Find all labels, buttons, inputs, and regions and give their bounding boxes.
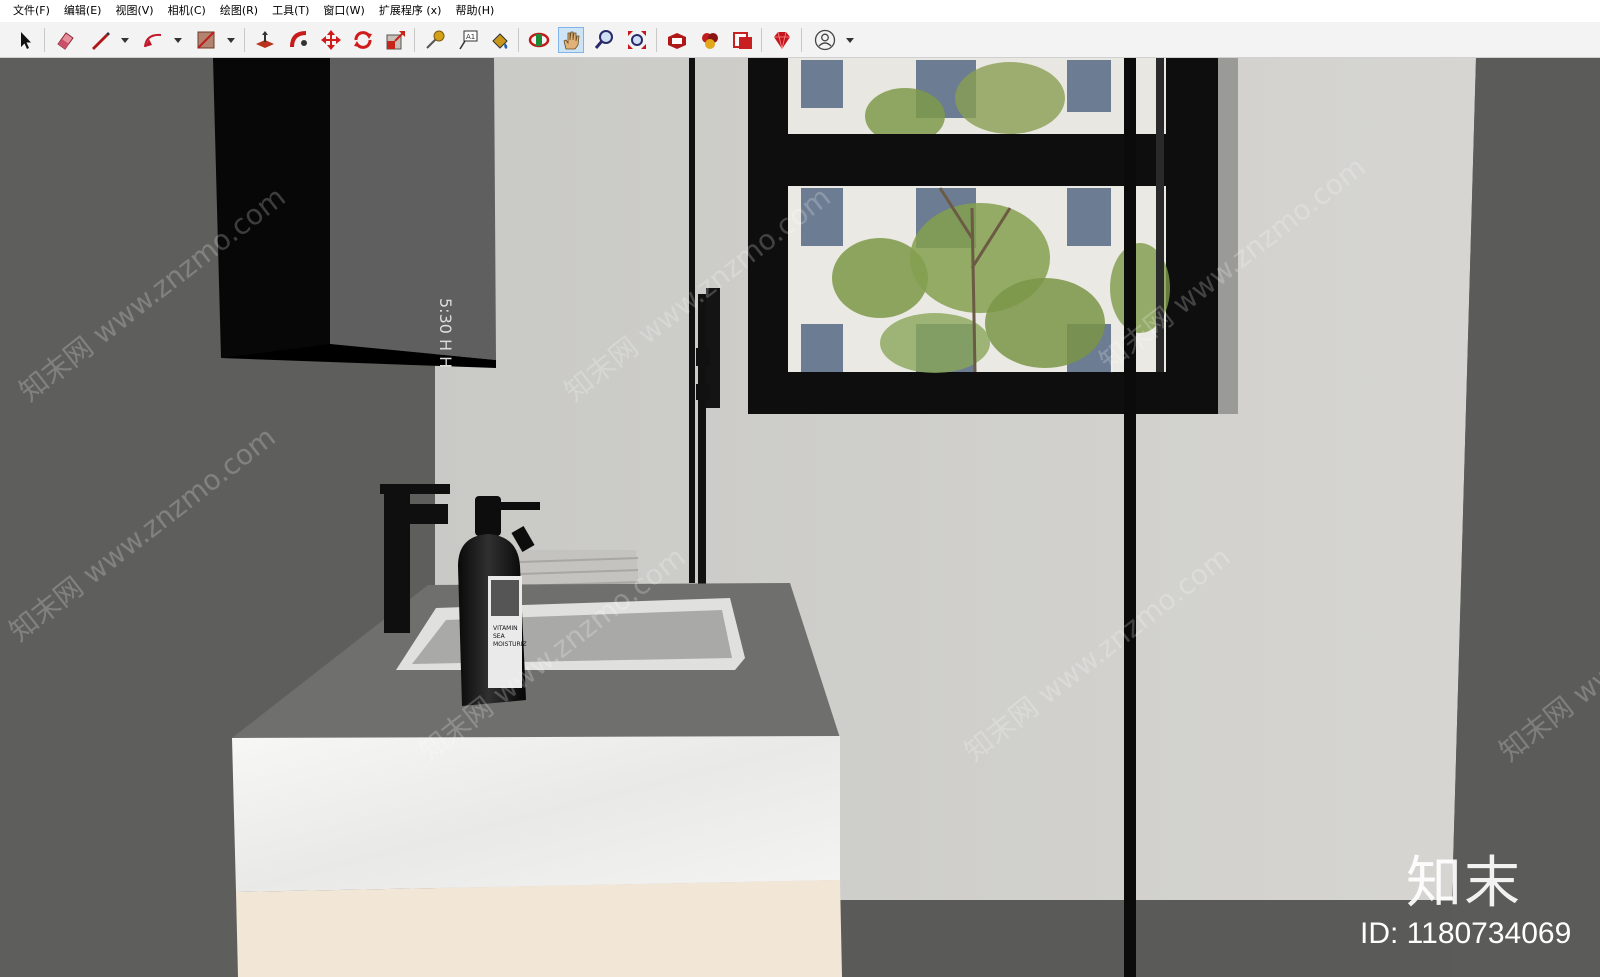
window-view-outside (788, 58, 1170, 373)
account-button[interactable] (812, 27, 838, 53)
mirror-panel (330, 58, 496, 360)
vanity-cabinet-front (232, 736, 840, 892)
paint-bucket-tool-button[interactable] (487, 27, 513, 53)
orbit-tool-icon (528, 32, 550, 48)
select-tool-icon (21, 32, 31, 49)
select-tool-button[interactable] (13, 27, 39, 53)
layout-send-icon (733, 32, 752, 49)
toolbar-separator (801, 28, 802, 52)
model-viewport[interactable]: 5:30 H H VITAMIN SEA MOISTURIZ 知末网 www.z… (0, 58, 1600, 977)
paint-bucket-tool-icon (492, 33, 508, 49)
extension-warehouse-icon (702, 33, 718, 49)
menu-file[interactable]: 文件(F) (6, 0, 57, 22)
follow-me-tool-button[interactable] (286, 27, 312, 53)
menu-edit[interactable]: 编辑(E) (57, 0, 109, 22)
push-pull-tool-icon (256, 31, 274, 48)
svg-text:A1: A1 (466, 33, 475, 41)
shape-tool-dropdown-icon[interactable] (227, 38, 235, 43)
arc-tool-button[interactable] (140, 27, 166, 53)
toolbar-separator (44, 28, 45, 52)
move-tool-button[interactable] (318, 27, 344, 53)
account-icon (814, 29, 836, 51)
rotate-tool-icon (354, 31, 372, 49)
window-transom (788, 134, 1166, 186)
text-tool-icon: A1 (459, 30, 478, 50)
menu-tools[interactable]: 工具(T) (265, 0, 316, 22)
bottle-label-line2: SEA (493, 633, 506, 640)
shower-screen-frame (1124, 58, 1136, 977)
tape-measure-tool-button[interactable] (422, 27, 448, 53)
text-tool-button[interactable]: A1 (455, 27, 481, 53)
line-tool-button[interactable] (87, 27, 113, 53)
extension-warehouse-button[interactable] (697, 27, 723, 53)
mirror-clock-text: 5:30 H H (436, 298, 455, 368)
menu-bar: 文件(F) 编辑(E) 视图(V) 相机(C) 绘图(R) 工具(T) 窗口(W… (0, 0, 1600, 22)
arc-tool-dropdown-icon[interactable] (174, 38, 182, 43)
menu-draw[interactable]: 绘图(R) (213, 0, 265, 22)
pan-tool-button[interactable] (558, 27, 584, 53)
arc-tool-icon (144, 33, 162, 48)
scale-tool-icon (386, 31, 405, 50)
line-tool-icon (92, 32, 110, 50)
zoom-extents-tool-icon (628, 31, 646, 49)
toolbar: A1 (0, 22, 1600, 58)
model-id-label: ID: 1180734069 (1360, 917, 1572, 950)
toolbar-separator (656, 28, 657, 52)
eraser-tool-icon (57, 32, 74, 50)
move-tool-icon (321, 30, 341, 50)
bottle-label-line3: MOISTURIZ (493, 641, 527, 648)
follow-me-tool-icon (290, 31, 307, 48)
toolbar-separator (414, 28, 415, 52)
eraser-tool-button[interactable] (52, 27, 78, 53)
menu-view[interactable]: 视图(V) (108, 0, 160, 22)
shape-tool-icon (197, 31, 215, 49)
toolbar-separator (761, 28, 762, 52)
zoom-tool-icon (594, 30, 613, 49)
menu-help[interactable]: 帮助(H) (448, 0, 501, 22)
shower-valve (696, 384, 710, 400)
rotate-tool-button[interactable] (350, 27, 376, 53)
pan-tool-icon (563, 31, 580, 50)
orbit-tool-button[interactable] (526, 27, 552, 53)
zoom-extents-tool-button[interactable] (624, 27, 650, 53)
hand-shower-rail (698, 294, 706, 584)
tape-measure-tool-icon (426, 30, 445, 49)
toolbar-separator (244, 28, 245, 52)
layout-send-button[interactable] (730, 27, 756, 53)
3d-warehouse-icon (668, 33, 686, 49)
push-pull-tool-button[interactable] (252, 27, 278, 53)
zoom-tool-button[interactable] (591, 27, 617, 53)
ruby-console-icon (774, 31, 790, 50)
line-tool-dropdown-icon[interactable] (121, 38, 129, 43)
shower-valve (696, 348, 710, 366)
scale-tool-button[interactable] (383, 27, 409, 53)
shape-tool-button[interactable] (193, 27, 219, 53)
vanity-lower-panel (236, 880, 842, 977)
toolbar-separator (518, 28, 519, 52)
ruby-console-button[interactable] (769, 27, 795, 53)
3d-warehouse-button[interactable] (664, 27, 690, 53)
brand-logo: 知末 (1406, 851, 1522, 916)
menu-window[interactable]: 窗口(W) (316, 0, 371, 22)
menu-extensions[interactable]: 扩展程序 (x) (372, 0, 449, 22)
account-dropdown-icon[interactable] (846, 38, 854, 43)
bottle-label-line1: VITAMIN (493, 625, 518, 632)
menu-camera[interactable]: 相机(C) (161, 0, 213, 22)
